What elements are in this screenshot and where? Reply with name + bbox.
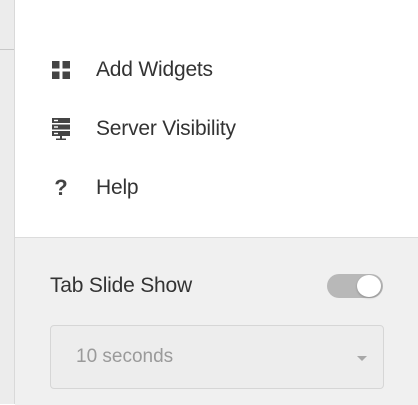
interval-select-value: 10 seconds — [76, 346, 174, 367]
help-icon: ? — [54, 174, 68, 200]
interval-select[interactable]: 10 seconds — [50, 325, 384, 389]
tab-slide-show-toggle[interactable] — [327, 274, 383, 298]
menu-item-add-widgets[interactable]: Add Widgets — [15, 40, 418, 99]
menu-item-server-visibility[interactable]: Server Visibility — [15, 99, 418, 158]
tab-slide-show-label: Tab Slide Show — [50, 274, 192, 297]
menu-item-label: Server Visibility — [96, 116, 236, 140]
menu-list: Add Widgets Server Visibility ? Help — [15, 40, 418, 217]
menu-panel: Add Widgets Server Visibility ? Help Tab… — [15, 0, 418, 405]
left-border-strip — [0, 0, 15, 404]
settings-section: Tab Slide Show 10 seconds — [15, 237, 418, 405]
chevron-down-icon — [357, 356, 367, 361]
menu-item-label: Add Widgets — [96, 57, 213, 81]
menu-item-label: Help — [96, 175, 139, 199]
grid-icon — [51, 60, 71, 80]
dropdown-panel: Add Widgets Server Visibility ? Help Tab… — [0, 0, 418, 405]
server-icon — [51, 117, 71, 140]
divider — [0, 0, 14, 50]
toggle-knob — [357, 275, 381, 297]
menu-item-help[interactable]: ? Help — [15, 158, 418, 217]
